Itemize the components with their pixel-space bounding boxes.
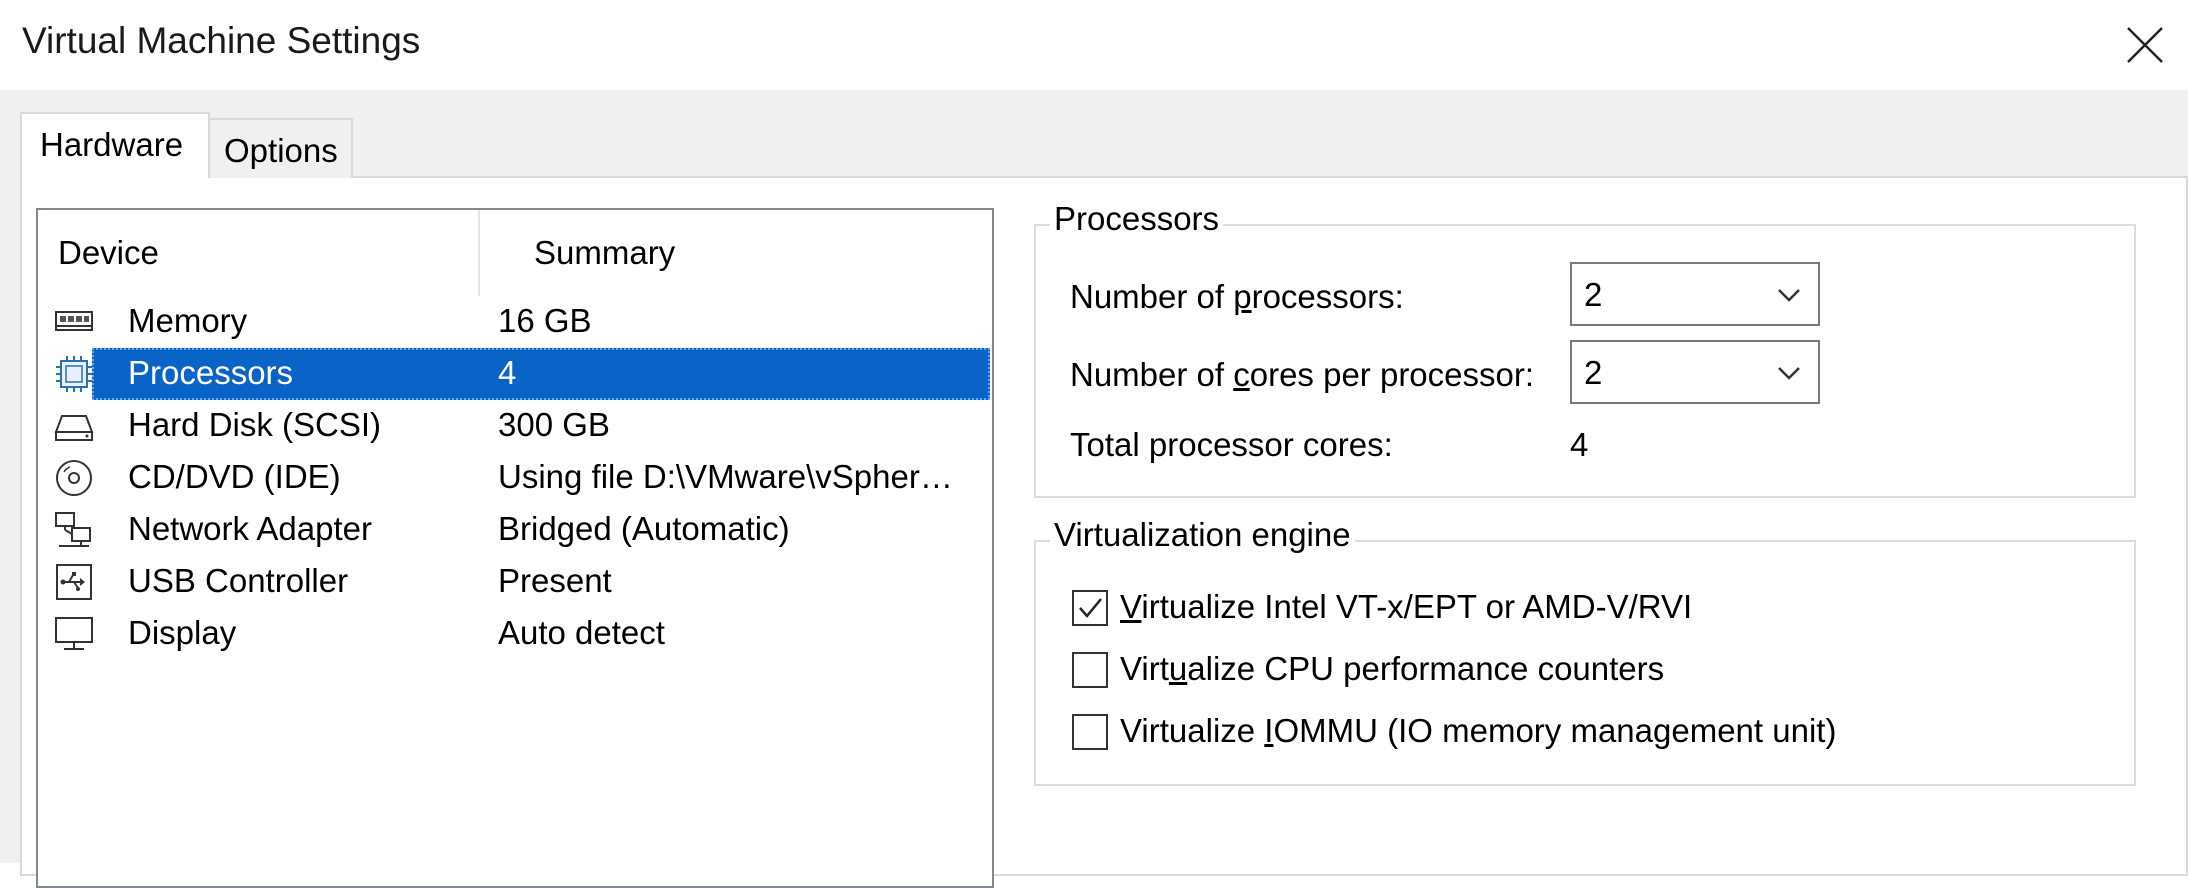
device-summary: 4	[498, 354, 517, 391]
device-name: CD/DVD (IDE)	[128, 458, 341, 495]
column-header-summary-label: Summary	[534, 234, 676, 271]
device-summary: Bridged (Automatic)	[498, 510, 790, 547]
device-summary: 300 GB	[498, 406, 610, 443]
device-summary: Present	[498, 562, 612, 599]
usb-controller-icon	[56, 564, 92, 600]
cpu-perf-counters-checkbox[interactable]	[1072, 652, 1108, 688]
chevron-down-icon	[1778, 367, 1800, 380]
cpu-perf-counters-label: Virtualize CPU performance counters	[1120, 650, 1665, 687]
iommu-label: Virtualize IOMMU (IO memory management u…	[1120, 712, 1837, 749]
cores-per-processor-select[interactable]: 2	[1570, 340, 1820, 404]
device-summary: Auto detect	[498, 614, 665, 651]
device-name: Processors	[128, 354, 294, 391]
device-row-hard-disk[interactable]: Hard Disk (SCSI) 300 GB	[38, 400, 992, 452]
hard-disk-icon	[54, 415, 94, 441]
tab-options-label: Options	[224, 132, 338, 169]
vt-x-ept-checkbox[interactable]	[1072, 590, 1108, 626]
processors-group-legend: Processors	[1050, 200, 1224, 238]
processor-icon	[56, 356, 92, 392]
column-header-summary[interactable]: Summary	[480, 210, 994, 296]
memory-icon	[55, 311, 93, 331]
chevron-down-icon	[1778, 289, 1800, 302]
device-name: Memory	[128, 302, 248, 339]
device-row-processors[interactable]: Processors 4	[38, 348, 992, 400]
dialog-body: Hardware Options Device Summary Memory 1…	[0, 90, 2188, 888]
tab-hardware-label: Hardware	[40, 126, 184, 163]
device-row-display[interactable]: Display Auto detect	[38, 608, 992, 660]
checkmark-icon	[1079, 598, 1102, 618]
device-name: Display	[128, 614, 237, 651]
display-icon	[55, 617, 93, 650]
device-row-usb-controller[interactable]: USB Controller Present	[38, 556, 992, 608]
num-processors-select[interactable]: 2	[1570, 262, 1820, 326]
column-header-device[interactable]: Device	[38, 210, 480, 296]
device-row-cd-dvd[interactable]: CD/DVD (IDE) Using file D:\VMware\vSpher…	[38, 452, 992, 504]
iommu-checkbox[interactable]	[1072, 714, 1108, 750]
device-name: Hard Disk (SCSI)	[128, 406, 382, 443]
total-cores-label: Total processor cores:	[1070, 426, 1393, 463]
close-button[interactable]	[2110, 12, 2180, 78]
device-summary: 16 GB	[498, 302, 592, 339]
device-name: Network Adapter	[128, 510, 372, 547]
title-bar: Virtual Machine Settings	[0, 0, 2188, 90]
close-icon	[2127, 27, 2163, 63]
cores-per-processor-value: 2	[1584, 354, 1603, 391]
vt-x-ept-label: Virtualize Intel VT-x/EPT or AMD-V/RVI	[1120, 588, 1693, 625]
cd-dvd-icon	[56, 460, 92, 496]
processors-group: Processors Number of processors: 2 Numbe…	[1034, 200, 2136, 498]
column-header-device-label: Device	[58, 234, 159, 271]
tab-hardware[interactable]: Hardware	[20, 112, 210, 178]
window-title: Virtual Machine Settings	[22, 20, 421, 61]
network-adapter-icon	[55, 512, 91, 547]
virtualization-engine-group: Virtualization engine Virtualize Intel V…	[1034, 516, 2136, 786]
cores-per-processor-label: Number of cores per processor:	[1070, 356, 1535, 393]
device-name: USB Controller	[128, 562, 349, 599]
virtualization-engine-legend: Virtualization engine	[1050, 516, 1355, 554]
device-row-memory[interactable]: Memory 16 GB	[38, 296, 992, 348]
num-processors-value: 2	[1584, 276, 1603, 313]
num-processors-label: Number of processors:	[1070, 278, 1404, 315]
device-row-network-adapter[interactable]: Network Adapter Bridged (Automatic)	[38, 504, 992, 556]
device-list[interactable]: Device Summary Memory 16 GB Processors 4…	[36, 208, 994, 888]
tab-options[interactable]: Options	[210, 118, 353, 178]
total-cores-value: 4	[1570, 426, 1589, 463]
device-summary: Using file D:\VMware\vSpher…	[498, 458, 953, 495]
